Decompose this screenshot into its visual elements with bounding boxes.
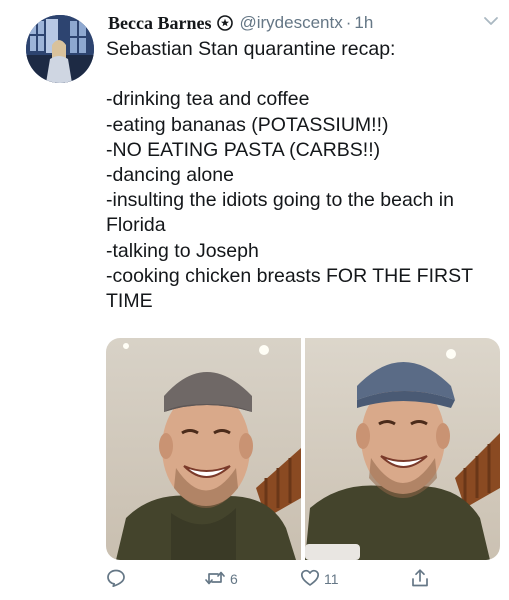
tweet-line: -dancing alone <box>106 164 234 186</box>
reply-icon <box>106 568 126 591</box>
photo-right[interactable] <box>305 338 500 560</box>
like-count: 11 <box>324 571 339 587</box>
share-icon <box>410 568 430 591</box>
avatar-image <box>26 15 94 83</box>
retweet-count: 6 <box>230 571 238 587</box>
photo-image <box>106 338 301 560</box>
tweet[interactable]: Becca Barnes @irydescentx · 1h Sebastian… <box>0 0 509 600</box>
tweet-actions: 6 11 <box>106 566 500 592</box>
tweet-text: Sebastian Stan quarantine recap: -drinki… <box>106 37 496 314</box>
retweet-button[interactable]: 6 <box>204 566 238 592</box>
tweet-line: -drinking tea and coffee <box>106 88 310 111</box>
reply-button[interactable] <box>106 566 126 592</box>
heart-icon <box>300 568 320 591</box>
tweet-line: -insulting the idiots going to the beach… <box>106 189 454 212</box>
like-button[interactable]: 11 <box>300 566 339 592</box>
tweet-line: -cooking chicken breasts FOR THE FIRST <box>106 264 473 287</box>
display-name[interactable]: Becca Barnes <box>108 13 211 34</box>
tweet-line: -eating bananas (POTASSIUM!!) <box>106 113 389 136</box>
tweet-line: TIME <box>106 290 153 313</box>
retweet-icon <box>204 568 226 591</box>
badge-icon <box>217 15 234 31</box>
chevron-down-icon[interactable] <box>483 14 499 26</box>
user-handle[interactable]: @irydescentx <box>239 13 342 33</box>
tweet-header: Becca Barnes @irydescentx · 1h <box>108 11 373 35</box>
photo-image <box>305 338 500 560</box>
media-grid <box>106 338 500 560</box>
timestamp[interactable]: 1h <box>354 13 373 33</box>
tweet-line: Florida <box>106 214 166 237</box>
tweet-line: -NO EATING PASTA (CARBS!!) <box>106 138 381 161</box>
tweet-line: -talking to Joseph <box>106 239 259 262</box>
header-separator: · <box>345 13 352 32</box>
tweet-line: Sebastian Stan quarantine recap: <box>106 38 396 60</box>
avatar[interactable] <box>26 15 94 83</box>
share-button[interactable] <box>410 566 430 592</box>
photo-left[interactable] <box>106 338 301 560</box>
